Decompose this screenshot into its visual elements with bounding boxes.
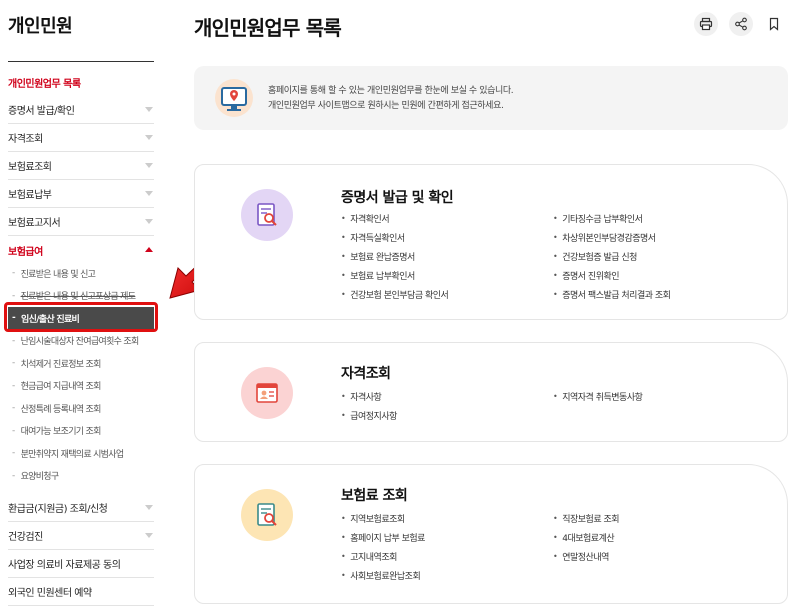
submenu-item[interactable]: - 치석제거 진료정보 조회 (8, 352, 154, 375)
share-button[interactable] (729, 12, 753, 36)
card-link[interactable]: 건강보험증 발급 신청 (553, 247, 670, 266)
card-link[interactable]: 보험료 완납증명서 (341, 247, 448, 266)
card-premium-inquiry: 보험료 조회 지역보험료조회 홈페이지 납부 보험료 고지내역조회 사회보험료완… (194, 464, 788, 604)
card-eligibility: 자격조회 자격사항 급여정지사항 지역자격 취득변동사항 (194, 342, 788, 442)
card-title: 보험료 조회 (341, 488, 408, 504)
submenu-item[interactable]: - 요양비청구 (8, 465, 154, 488)
print-icon (699, 17, 713, 31)
sidebar-item-eligibility[interactable]: 자격조회 (8, 124, 154, 152)
sidebar-divider (8, 61, 154, 62)
highlight-box (4, 302, 158, 332)
sidebar-item-foreigner-reservation[interactable]: 외국인 민원센터 예약 (8, 578, 154, 606)
chevron-down-icon (144, 532, 154, 540)
card-link[interactable]: 자격확인서 (341, 209, 448, 228)
card-link[interactable]: 기타징수금 납부확인서 (553, 209, 670, 228)
print-button[interactable] (694, 12, 718, 36)
certificate-search-icon (241, 189, 293, 241)
sidebar-item-checkup[interactable]: 건강검진 (8, 522, 154, 550)
sidebar-menu: 증명서 발급/확인 자격조회 보험료조회 보험료납부 보험료고지서 보험급여 (8, 96, 154, 264)
card-links-left: 자격사항 급여정지사항 (341, 387, 397, 425)
submenu-item[interactable]: - 대여가능 보조기기 조회 (8, 420, 154, 443)
chevron-down-icon (144, 106, 154, 114)
chevron-down-icon (144, 504, 154, 512)
card-link[interactable]: 증명서 진위확인 (553, 266, 670, 285)
bookmark-icon (769, 17, 779, 31)
chevron-down-icon (144, 218, 154, 226)
notice-text: 홈페이지를 통해 할 수 있는 개인민원업무를 한눈에 보실 수 있습니다. 개… (268, 86, 514, 111)
sidebar-title: 개인민원 (8, 16, 73, 37)
card-link[interactable]: 홈페이지 납부 보험료 (341, 528, 425, 547)
sidebar-item-premium-payment[interactable]: 보험료납부 (8, 180, 154, 208)
card-link[interactable]: 고지내역조회 (341, 547, 425, 566)
card-links-left: 지역보험료조회 홈페이지 납부 보험료 고지내역조회 사회보험료완납조회 (341, 509, 425, 585)
page-title: 개인민원업무 목록 (194, 16, 342, 40)
sidebar-menu-lower: 환급금(지원금) 조회/신청 건강검진 사업장 의료비 자료제공 동의 외국인 … (8, 494, 154, 606)
bookmark-button[interactable] (762, 12, 786, 36)
submenu-item[interactable]: - 분만취약지 재택의료 시범사업 (8, 442, 154, 465)
card-links-right: 기타징수금 납부확인서 차상위본인부담경감증명서 건강보험증 발급 신청 증명서… (553, 209, 671, 304)
sidebar-item-medical-consent[interactable]: 사업장 의료비 자료제공 동의 (8, 550, 154, 578)
card-link[interactable]: 4대보험료계산 (553, 528, 619, 547)
card-link[interactable]: 사회보험료완납조회 (341, 566, 425, 585)
sidebar-item-civil-list[interactable]: 개인민원업무 목록 (8, 75, 81, 90)
submenu-item[interactable]: - 산정특례 등록내역 조회 (8, 397, 154, 420)
card-link[interactable]: 증명서 팩스발급 처리결과 조회 (553, 285, 671, 304)
submenu-item[interactable]: - 난임시술대상자 잔여급여횟수 조회 (8, 330, 154, 353)
sidebar-item-premium-notice[interactable]: 보험료고지서 (8, 208, 154, 236)
chevron-up-icon (144, 246, 154, 254)
sidebar-submenu-benefits: - 진료받은 내용 및 신고 - 진료받은 내용 및 신고포상금 제도 - 임신/출산… (8, 262, 154, 487)
chevron-down-icon (144, 190, 154, 198)
sidebar-item-certificate[interactable]: 증명서 발급/확인 (8, 96, 154, 124)
card-link[interactable]: 지역자격 취득변동사항 (553, 387, 643, 406)
sidebar: 개인민원 개인민원업무 목록 증명서 발급/확인 자격조회 보험료조회 보험료납… (0, 0, 160, 606)
sidebar-item-premium-inquiry[interactable]: 보험료조회 (8, 152, 154, 180)
card-title: 자격조회 (341, 366, 391, 382)
card-link[interactable]: 보험료 납부확인서 (341, 266, 448, 285)
monitor-location-icon (215, 79, 253, 117)
card-certificate: 증명서 발급 및 확인 자격확인서 자격득실확인서 보험료 완납증명서 보험료 … (194, 164, 788, 320)
card-link[interactable]: 직장보험료 조회 (553, 509, 619, 528)
card-links-right: 직장보험료 조회 4대보험료계산 연말정산내역 (553, 509, 619, 566)
card-links-left: 자격확인서 자격득실확인서 보험료 완납증명서 보험료 납부확인서 건강보험 본… (341, 209, 449, 304)
card-link[interactable]: 건강보험 본인부담금 확인서 (341, 285, 449, 304)
card-link[interactable]: 차상위본인부담경감증명서 (553, 228, 670, 247)
card-link[interactable]: 자격득실확인서 (341, 228, 448, 247)
document-search-icon (241, 489, 293, 541)
notice-box: 홈페이지를 통해 할 수 있는 개인민원업무를 한눈에 보실 수 있습니다. 개… (194, 66, 788, 130)
card-title: 증명서 발급 및 확인 (341, 190, 454, 206)
submenu-item[interactable]: - 진료받은 내용 및 신고 (8, 262, 154, 285)
share-icon (735, 17, 747, 31)
sidebar-item-refund[interactable]: 환급금(지원금) 조회/신청 (8, 494, 154, 522)
id-card-icon (241, 367, 293, 419)
card-link[interactable]: 연말정산내역 (553, 547, 619, 566)
card-links-right: 지역자격 취득변동사항 (553, 387, 643, 406)
chevron-down-icon (144, 162, 154, 170)
card-link[interactable]: 자격사항 (341, 387, 397, 406)
card-link[interactable]: 급여정지사항 (341, 406, 397, 425)
submenu-item[interactable]: - 현금급여 지급내역 조회 (8, 375, 154, 398)
chevron-down-icon (144, 134, 154, 142)
sidebar-item-benefits[interactable]: 보험급여 (8, 236, 154, 264)
card-link[interactable]: 지역보험료조회 (341, 509, 425, 528)
